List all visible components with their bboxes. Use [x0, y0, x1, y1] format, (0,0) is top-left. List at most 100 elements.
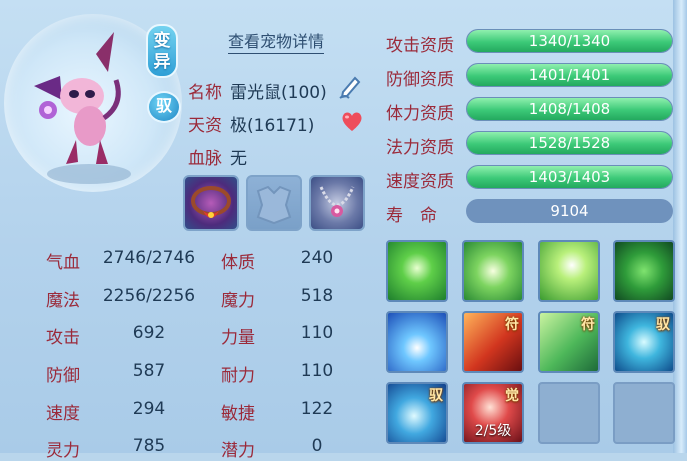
green-palm-skill-icon — [540, 242, 598, 300]
attribute-row: 气血 2746/2746 体质 240 — [46, 248, 346, 273]
variant-badge-text: 变异 — [153, 31, 171, 72]
life-label: 寿 命 — [386, 206, 437, 226]
skill-slot[interactable]: 符 — [462, 311, 524, 373]
attribute-value: 587 — [132, 361, 166, 381]
attribute-value: 110 — [300, 361, 334, 381]
pet-talent-label: 天资 — [188, 116, 222, 136]
pet-talent-value: 极(16171) — [230, 116, 315, 136]
skill-slot[interactable] — [386, 240, 448, 302]
pet-portrait: 变异 驭 — [4, 14, 190, 192]
skill-tag: 觉 — [505, 388, 519, 404]
aptitude-bar: 1528/1528 — [466, 131, 673, 155]
attribute-label: 耐力 — [221, 366, 255, 386]
equip-collar-slot[interactable] — [183, 175, 239, 231]
attribute-row: 攻击 692 力量 110 — [46, 323, 346, 348]
attribute-value: 785 — [132, 436, 166, 456]
attribute-label: 潜力 — [221, 441, 255, 461]
green-figure-skill-icon — [388, 242, 446, 300]
skill-slot[interactable] — [613, 240, 675, 302]
aptitude-label: 法力资质 — [386, 138, 454, 158]
empty-skill-slot[interactable] — [538, 382, 600, 444]
pet-bloodline-value: 无 — [230, 149, 247, 169]
attribute-label: 速度 — [46, 404, 80, 424]
skill-slot[interactable]: 符 — [538, 311, 600, 373]
attribute-label: 力量 — [221, 328, 255, 348]
attribute-label: 魔法 — [46, 291, 80, 311]
skill-tag: 驭 — [656, 317, 670, 333]
armor-placeholder-icon — [256, 185, 292, 225]
empty-skill-slot — [615, 384, 673, 442]
aptitude-row: 攻击资质 1340/1340 — [386, 29, 676, 56]
aptitude-bar: 1403/1403 — [466, 165, 673, 189]
pet-bloodline-label: 血脉 — [188, 149, 222, 169]
skill-slot[interactable]: 驭 — [386, 382, 448, 444]
attribute-value: 0 — [311, 436, 323, 456]
necklace-equipment-icon — [319, 186, 355, 217]
attribute-label: 魔力 — [221, 291, 255, 311]
aptitude-value: 1408/1408 — [528, 100, 611, 118]
attribute-label: 体质 — [221, 253, 255, 273]
aptitude-label: 速度资质 — [386, 172, 454, 192]
skill-slot[interactable]: 觉 2/5级 — [462, 382, 524, 444]
life-row: 寿 命 9104 — [386, 199, 676, 226]
aptitude-bar: 1401/1401 — [466, 63, 673, 87]
pet-bloodline-row: 血脉无 — [188, 144, 247, 169]
attribute-value: 110 — [300, 323, 334, 343]
aptitude-value: 1401/1401 — [528, 66, 611, 84]
attribute-value: 518 — [300, 286, 334, 306]
blue-lightning-skill-icon — [388, 313, 446, 371]
skill-level: 2/5级 — [474, 423, 512, 439]
equip-armor-slot[interactable] — [246, 175, 302, 231]
equip-necklace-slot[interactable] — [309, 175, 365, 231]
skill-tag: 符 — [505, 317, 519, 333]
aptitude-row: 防御资质 1401/1401 — [386, 63, 676, 90]
attribute-label: 敏捷 — [221, 404, 255, 424]
skill-slot[interactable] — [462, 240, 524, 302]
view-pet-details-link[interactable]: 查看宠物详情 — [228, 28, 325, 54]
attribute-value: 692 — [132, 323, 166, 343]
green-cat-skill-icon — [615, 242, 673, 300]
pet-name-value: 雷光鼠(100) — [230, 83, 327, 103]
attribute-label: 攻击 — [46, 328, 80, 348]
aptitude-label: 体力资质 — [386, 104, 454, 124]
aptitude-row: 体力资质 1408/1408 — [386, 97, 676, 124]
aptitude-label: 防御资质 — [386, 70, 454, 90]
aptitude-bar: 1408/1408 — [466, 97, 673, 121]
rename-pencil-icon[interactable] — [337, 72, 365, 100]
attribute-row: 速度 294 敏捷 122 — [46, 399, 346, 424]
skill-tag: 驭 — [429, 388, 443, 404]
skill-slot[interactable] — [386, 311, 448, 373]
empty-skill-slot[interactable] — [613, 382, 675, 444]
pet-name-label: 名称 — [188, 83, 222, 103]
aptitude-value: 1403/1403 — [528, 168, 611, 186]
green-hand-skill-icon — [464, 242, 522, 300]
attribute-value: 240 — [300, 248, 334, 268]
attribute-label: 防御 — [46, 366, 80, 386]
skill-tag: 符 — [581, 317, 595, 333]
life-value: 9104 — [466, 199, 673, 223]
aptitude-label: 攻击资质 — [386, 36, 454, 56]
aptitude-bar: 1340/1340 — [466, 29, 673, 53]
attribute-row: 防御 587 耐力 110 — [46, 361, 346, 386]
attribute-row: 灵力 785 潜力 0 — [46, 436, 346, 461]
aptitude-value: 1340/1340 — [528, 32, 611, 50]
tame-badge: 驭 — [147, 91, 181, 123]
aptitude-row: 法力资质 1528/1528 — [386, 131, 676, 158]
attribute-label: 气血 — [46, 253, 80, 273]
attribute-value: 2746/2746 — [102, 248, 196, 268]
aptitude-row: 速度资质 1403/1403 — [386, 165, 676, 192]
aptitude-value: 1528/1528 — [528, 134, 611, 152]
collar-equipment-icon — [191, 186, 231, 218]
attribute-row: 魔法 2256/2256 魔力 518 — [46, 286, 346, 311]
attribute-value: 2256/2256 — [102, 286, 196, 306]
pet-name-row: 名称 雷光鼠(100) — [188, 78, 327, 103]
variant-badge: 变异 — [146, 24, 178, 78]
skill-slot[interactable]: 驭 — [613, 311, 675, 373]
skill-slot[interactable] — [538, 240, 600, 302]
heart-icon[interactable] — [340, 110, 364, 132]
attribute-label: 灵力 — [46, 441, 80, 461]
attribute-value: 122 — [300, 399, 334, 419]
attribute-value: 294 — [132, 399, 166, 419]
pet-talent-row: 天资 极(16171) — [188, 111, 314, 136]
empty-skill-slot — [540, 384, 598, 442]
